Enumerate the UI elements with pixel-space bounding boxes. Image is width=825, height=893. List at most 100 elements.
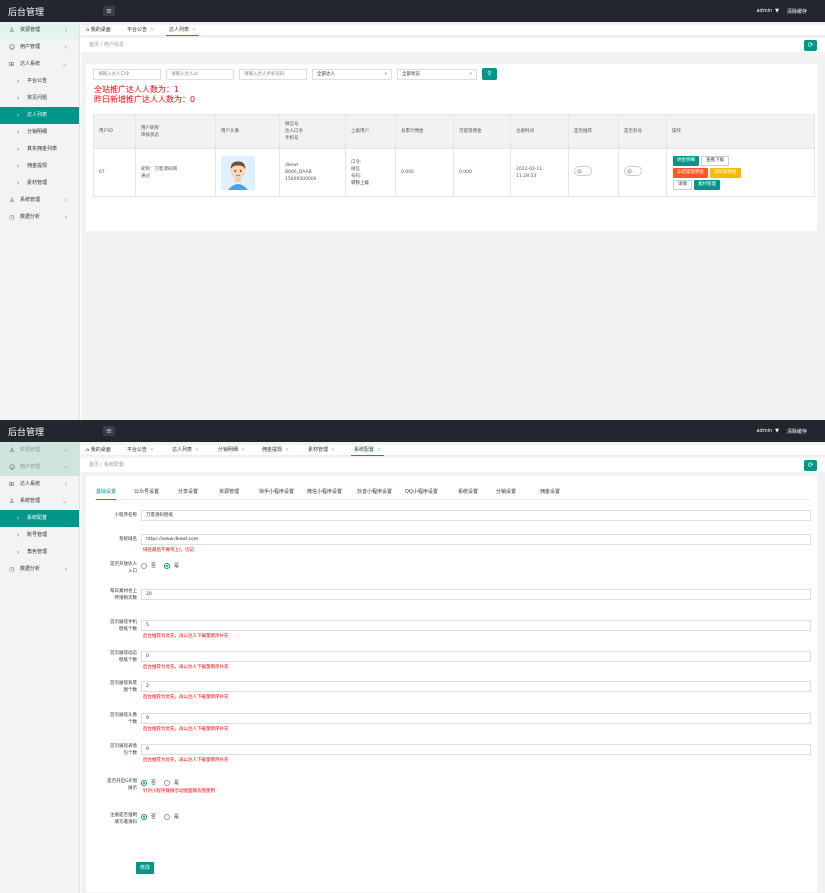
config-input[interactable]: 刀客源码壁纸 bbox=[141, 510, 811, 521]
sidebar-item[interactable]: › 账号管理 bbox=[0, 527, 79, 544]
details-button[interactable]: 详情 bbox=[673, 179, 692, 190]
page-tab[interactable]: 佣金提现 × bbox=[259, 445, 292, 456]
phone-input[interactable]: 请输入达人手机号码 bbox=[239, 69, 307, 80]
config-tab[interactable]: 快手小程序设置 bbox=[259, 486, 294, 500]
config-input[interactable]: https://www.dkewl.com bbox=[141, 534, 811, 545]
config-tab[interactable]: 分销设置 bbox=[496, 486, 516, 500]
close-icon[interactable]: × bbox=[331, 447, 335, 453]
radio-option[interactable]: 是 bbox=[164, 779, 179, 786]
ban-toggle[interactable] bbox=[624, 166, 642, 176]
smile-icon: ☺ bbox=[9, 464, 16, 471]
status-select[interactable]: 全部状态 bbox=[397, 69, 477, 80]
clear-cache-link[interactable]: 清除缓存 bbox=[787, 8, 807, 15]
sidebar-item[interactable]: › 常见问题 bbox=[0, 90, 79, 107]
close-icon[interactable]: × bbox=[150, 27, 154, 33]
invite-code-input[interactable]: 请输入达人口令 bbox=[93, 69, 161, 80]
sidebar-item[interactable]: › 角色管理 bbox=[0, 544, 79, 561]
sidebar-item[interactable]: ◷ 数据分析 ‹ bbox=[0, 209, 79, 226]
user-id-input[interactable]: 请输入达人id bbox=[166, 69, 234, 80]
sidebar-item[interactable]: ☺ 用户管理 ‹ bbox=[0, 459, 79, 476]
sidebar-item[interactable]: › 真实佣金列表 bbox=[0, 141, 79, 158]
radio-option[interactable]: 是 bbox=[164, 562, 180, 569]
close-icon[interactable]: × bbox=[192, 27, 196, 33]
radio-option[interactable]: 是 bbox=[164, 813, 179, 820]
sidebar-item[interactable]: › 系统配置 bbox=[0, 510, 79, 527]
page-tab[interactable]: 分销明细 × bbox=[215, 445, 248, 456]
view-subordinates-button[interactable]: 查看下级 bbox=[701, 155, 729, 166]
config-tab[interactable]: 公众号设置 bbox=[134, 486, 159, 500]
user-menu[interactable]: admin ▼ bbox=[756, 8, 779, 14]
table-header-cell: 用户昵称 审核状态 bbox=[135, 114, 216, 149]
close-icon[interactable]: × bbox=[241, 447, 245, 453]
ban-cell bbox=[618, 148, 667, 197]
config-tab[interactable]: 资源管理 bbox=[219, 486, 239, 500]
commission-detail-button[interactable]: 佣金明细 bbox=[673, 155, 699, 166]
field-label: 是否开放达人 入口 bbox=[94, 561, 137, 575]
sidebar-item[interactable]: › 达人列表 bbox=[0, 107, 79, 124]
radio-option[interactable]: 否 bbox=[141, 813, 156, 820]
freeze-commission-button[interactable]: 冻结提现佣金 bbox=[673, 167, 708, 178]
sidebar-item[interactable]: › 佣金提现 bbox=[0, 158, 79, 175]
config-tab[interactable]: 系统设置 bbox=[458, 486, 478, 500]
close-icon[interactable]: × bbox=[377, 447, 381, 453]
sidebar-item[interactable]: ♙ 系统管理 ‹ bbox=[0, 192, 79, 209]
page-tab[interactable]: ⌂ 我的桌面 bbox=[83, 445, 114, 456]
breadcrumb: 首页 / 用户信息 bbox=[81, 38, 825, 52]
radio-label: 是 bbox=[174, 563, 180, 569]
config-tab[interactable]: 抖音小程序设置 bbox=[357, 486, 392, 500]
radio-option[interactable]: 否 bbox=[141, 779, 156, 786]
chevron-left-icon: ‹ bbox=[64, 464, 67, 471]
sidebar-item[interactable]: › 素材管理 bbox=[0, 175, 79, 192]
page-tab[interactable]: 平台公告 × bbox=[124, 25, 157, 36]
submit-button[interactable]: 修改 bbox=[136, 862, 154, 874]
config-input[interactable]: 2 bbox=[141, 681, 811, 692]
menu-toggle-icon[interactable]: ≡ bbox=[103, 6, 115, 16]
page-tab[interactable]: 达人列表 × bbox=[169, 445, 202, 456]
adjust-commission-button[interactable]: 减积发佣金 bbox=[710, 167, 741, 178]
sidebar-item[interactable]: › 分销明细 bbox=[0, 124, 79, 141]
config-tab[interactable]: 分享设置 bbox=[178, 486, 198, 500]
menu-toggle-icon[interactable]: ≡ bbox=[103, 426, 115, 436]
transfer-parent-link[interactable]: 转移上级 bbox=[351, 180, 390, 187]
close-icon[interactable]: × bbox=[150, 447, 154, 453]
radio-option[interactable]: 否 bbox=[141, 562, 156, 569]
sidebar-item[interactable]: ⊞ 达人系统 ⌄ bbox=[0, 56, 79, 73]
sidebar-item[interactable]: › 平台公告 bbox=[0, 73, 79, 90]
page-tab[interactable]: 达人列表 × bbox=[166, 25, 200, 36]
sidebar-item[interactable]: ☺ 用户管理 ‹ bbox=[0, 39, 79, 56]
header-text: 可提现佣金 bbox=[459, 129, 482, 134]
page-tab[interactable]: 系统配置 × bbox=[351, 445, 385, 456]
material-manage-button[interactable]: 素材管理 bbox=[694, 179, 720, 190]
refresh-button[interactable]: ⟳ bbox=[804, 460, 817, 471]
config-input[interactable]: 5 bbox=[141, 620, 811, 631]
main-content: ⌂ 我的桌面 平台公告 × 达人列表 × 首页 / 用户信息 ⟳ 请输入达人口令 请输入… bbox=[81, 22, 825, 420]
sidebar-item[interactable]: ⊞ 达人系统 ‹ bbox=[0, 476, 79, 493]
tab-label: 我的桌面 bbox=[90, 27, 111, 33]
page-tabs: ⌂ 我的桌面 平台公告 × 达人列表 × bbox=[81, 25, 825, 36]
config-input[interactable]: 20 bbox=[141, 589, 811, 600]
recommend-toggle[interactable] bbox=[574, 166, 592, 176]
sidebar-item[interactable]: ♙ 系统管理 ⌄ bbox=[0, 493, 79, 510]
config-input[interactable]: 9 bbox=[141, 744, 811, 755]
user-menu[interactable]: admin ▼ bbox=[756, 428, 779, 434]
config-tab[interactable]: 微信小程序设置 bbox=[307, 486, 342, 500]
page-tab[interactable]: 平台公告 × bbox=[124, 445, 157, 456]
header-text: 用户昵称 bbox=[141, 125, 159, 131]
sidebar-item[interactable]: ◷ 数据分析 ‹ bbox=[0, 561, 79, 578]
config-tab[interactable]: QQ小程序设置 bbox=[405, 486, 438, 500]
level-select[interactable]: 全部达人 bbox=[312, 69, 392, 80]
sidebar-item[interactable]: ♙ 资源管理 ‹ bbox=[0, 442, 79, 459]
config-tab[interactable]: 佣金设置 bbox=[540, 486, 560, 500]
sidebar-item[interactable]: ♙ 资源管理 ‹ bbox=[0, 22, 79, 39]
close-icon[interactable]: × bbox=[285, 447, 289, 453]
sidebar-item-label: 真实佣金列表 bbox=[27, 146, 58, 152]
close-icon[interactable]: × bbox=[195, 447, 199, 453]
page-tab[interactable]: ⌂ 我的桌面 bbox=[83, 25, 114, 36]
config-tab[interactable]: 基础设置 bbox=[96, 486, 117, 500]
page-tab[interactable]: 素材管理 × bbox=[305, 445, 338, 456]
search-button[interactable]: ⚲ bbox=[482, 68, 497, 80]
config-input[interactable]: 9 bbox=[141, 713, 811, 724]
config-input[interactable]: 0 bbox=[141, 651, 811, 662]
clear-cache-link[interactable]: 清除缓存 bbox=[787, 428, 807, 435]
refresh-button[interactable]: ⟳ bbox=[804, 40, 817, 51]
